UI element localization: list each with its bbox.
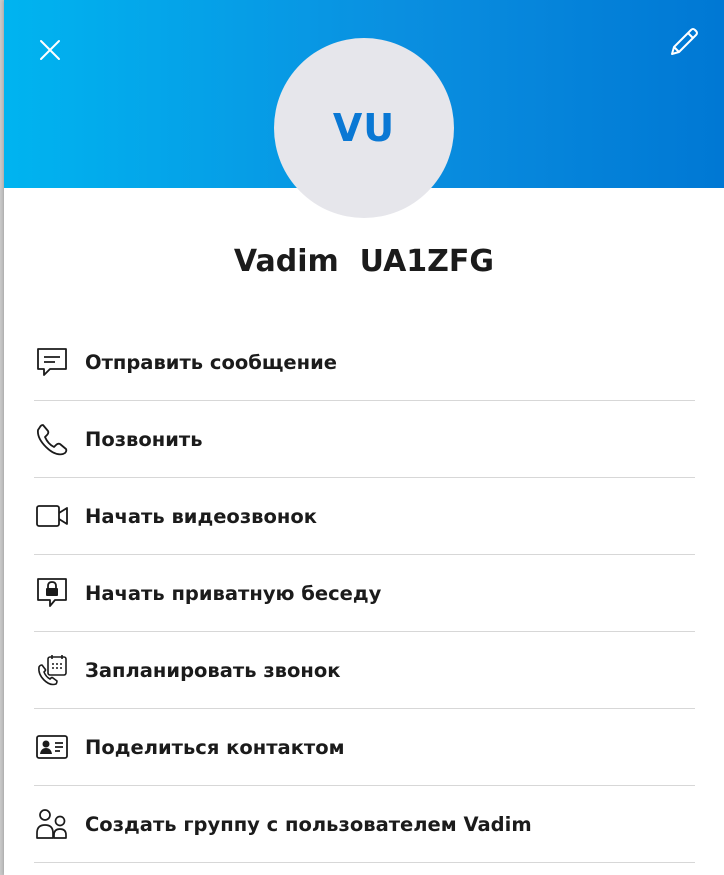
action-label: Поделиться контактом: [85, 735, 345, 759]
edit-button[interactable]: [666, 24, 702, 60]
call-action[interactable]: Позвонить: [34, 401, 695, 478]
action-label: Начать приватную беседу: [85, 581, 382, 605]
contact-card-icon: [34, 729, 70, 765]
action-label: Создать группу с пользователем Vadim: [85, 812, 532, 836]
action-label: Запланировать звонок: [85, 658, 341, 682]
create-group-icon: [34, 806, 70, 842]
create-group-action[interactable]: Создать группу с пользователем Vadim: [34, 786, 695, 863]
send-message-action[interactable]: Отправить сообщение: [34, 324, 695, 401]
schedule-call-icon: [34, 652, 70, 688]
action-label: Начать видеозвонок: [85, 504, 317, 528]
share-contact-action[interactable]: Поделиться контактом: [34, 709, 695, 786]
action-label: Позвонить: [85, 427, 203, 451]
phone-icon: [34, 421, 70, 457]
action-label: Отправить сообщение: [85, 350, 338, 374]
message-icon: [34, 344, 70, 380]
contact-name: Vadim UA1ZFG: [233, 244, 495, 279]
schedule-call-action[interactable]: Запланировать звонок: [34, 632, 695, 709]
action-list: Отправить сообщение Позвонить Начать вид…: [34, 324, 695, 863]
private-chat-action[interactable]: Начать приватную беседу: [34, 555, 695, 632]
contact-profile-dialog: VU Vadim UA1ZFG Отправить сообщение Позв…: [4, 0, 724, 875]
private-chat-lock-icon: [34, 575, 70, 611]
video-camera-icon: [34, 498, 70, 534]
avatar-initials: VU: [332, 106, 396, 150]
close-icon: [40, 40, 60, 60]
video-call-action[interactable]: Начать видеозвонок: [34, 478, 695, 555]
pencil-icon: [671, 28, 698, 55]
close-button[interactable]: [34, 34, 66, 66]
avatar: VU: [274, 38, 454, 218]
